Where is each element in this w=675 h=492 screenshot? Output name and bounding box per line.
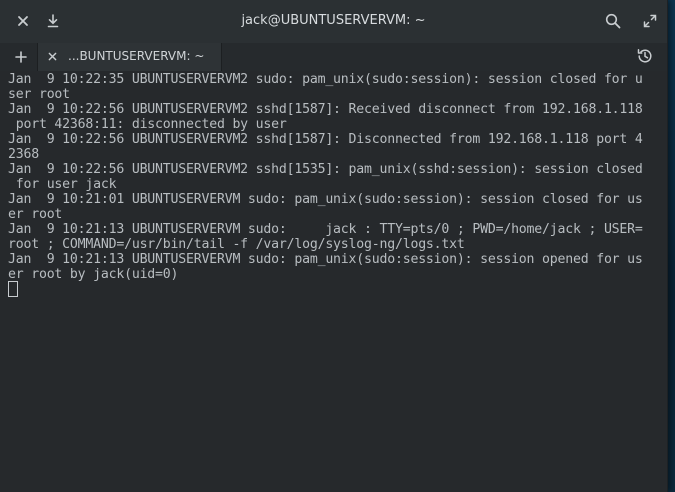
log-line: 2368 <box>8 147 39 162</box>
desktop-edge <box>667 0 675 492</box>
terminal-window: jack@UBUNTUSERVERVM: ~ ...BUNTUSERVERVM:… <box>0 0 668 492</box>
log-line: Jan 9 10:22:56 UBUNTUSERVERVM2 sshd[1535… <box>8 162 643 177</box>
log-line: Jan 9 10:22:56 UBUNTUSERVERVM2 sshd[1587… <box>8 132 643 147</box>
log-line: Jan 9 10:22:56 UBUNTUSERVERVM2 sshd[1587… <box>8 102 643 117</box>
terminal-cursor <box>8 281 18 297</box>
search-icon[interactable] <box>601 9 625 33</box>
log-line: er root by jack(uid=0) <box>8 267 179 282</box>
tab-close-icon[interactable] <box>44 48 60 64</box>
log-line: root ; COMMAND=/usr/bin/tail -f /var/log… <box>8 237 465 252</box>
log-line: Jan 9 10:21:13 UBUNTUSERVERVM sudo: pam_… <box>8 252 643 267</box>
log-line: Jan 9 10:21:01 UBUNTUSERVERVM sudo: pam_… <box>8 192 643 207</box>
log-line: Jan 9 10:21:13 UBUNTUSERVERVM sudo: jack… <box>8 222 643 237</box>
log-line: ser root <box>8 87 70 102</box>
titlebar: jack@UBUNTUSERVERVM: ~ <box>0 0 667 43</box>
tab-label: ...BUNTUSERVERVM: ~ <box>68 49 205 63</box>
log-line: port 42368:11: disconnected by user <box>8 117 287 132</box>
terminal-output[interactable]: Jan 9 10:22:35 UBUNTUSERVERVM2 sudo: pam… <box>0 71 667 492</box>
window-title: jack@UBUNTUSERVERVM: ~ <box>241 13 426 28</box>
new-tab-button[interactable] <box>10 46 32 68</box>
maximize-icon[interactable] <box>638 9 662 33</box>
tab-terminal[interactable]: ...BUNTUSERVERVM: ~ <box>37 43 222 71</box>
history-icon[interactable] <box>636 47 656 67</box>
tab-bar: ...BUNTUSERVERVM: ~ <box>0 43 667 71</box>
log-line: er root <box>8 207 63 222</box>
log-line: for user jack <box>8 177 117 192</box>
log-line: Jan 9 10:22:35 UBUNTUSERVERVM2 sudo: pam… <box>8 72 643 87</box>
